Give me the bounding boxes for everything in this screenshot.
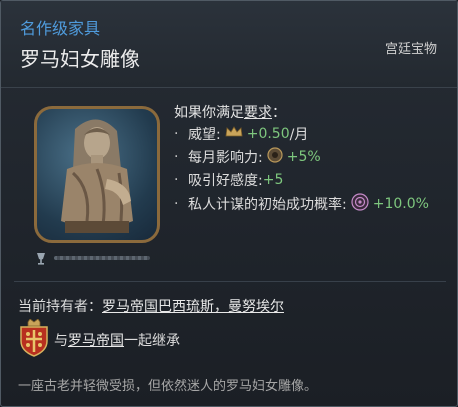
statue-image (34, 106, 160, 243)
artifact-tooltip-panel: 名作级家具 罗马妇女雕像 宫廷宝物 如果你满足要求： · 威望: +0.50 /… (0, 0, 458, 407)
tooltip-header: 名作级家具 罗马妇女雕像 宫廷宝物 (1, 1, 457, 88)
requirement-suffix: /月 (289, 127, 309, 143)
realm-coat-of-arms-icon[interactable] (18, 318, 50, 361)
scheme-icon (351, 193, 369, 215)
artifact-category: 名作级家具 (20, 19, 101, 38)
bullet: · (174, 149, 179, 165)
divider (14, 281, 446, 282)
requirement-influence: · 每月影响力: +5% (174, 147, 321, 167)
requirement-scheme: · 私人计谋的初始成功概率: +10.0% (174, 193, 429, 215)
bullet: · (174, 172, 179, 188)
holder-name-link[interactable]: 罗马帝国巴西琉斯，曼努埃尔 (102, 299, 284, 315)
artifact-description: 一座古老并轻微受损，但依然迷人的罗马妇女雕像。 (18, 379, 318, 394)
bullet: · (174, 126, 179, 142)
current-holder: 当前持有者：罗马帝国巴西琉斯，曼努埃尔 (18, 296, 284, 316)
influence-icon (267, 147, 283, 167)
realm-name-link[interactable]: 罗马帝国 (68, 330, 124, 350)
requirement-value: +10.0% (372, 196, 429, 212)
holder-label: 当前持有者： (18, 299, 102, 315)
requirement-label: 每月影响力: (188, 150, 263, 166)
crown-icon (225, 126, 243, 142)
artifact-title: 罗马妇女雕像 (20, 47, 140, 71)
durability-row (34, 251, 150, 265)
inherit-suffix: 一起继承 (124, 333, 180, 349)
requirements-link[interactable]: 要求 (244, 105, 272, 121)
requirement-value: +5% (286, 149, 321, 165)
artifact-rarity: 宫廷宝物 (384, 42, 437, 57)
bullet: · (174, 196, 179, 212)
requirement-value: +0.50 (246, 126, 290, 142)
requirements-suffix: ： (272, 105, 286, 121)
goblet-icon (34, 251, 48, 265)
requirement-label: 威望: (188, 127, 221, 143)
requirement-label: 吸引好感度: (188, 173, 263, 189)
requirement-value: +5 (262, 172, 284, 188)
inheritance-row: 与 罗马帝国 一起继承 (18, 318, 180, 361)
requirement-label: 私人计谋的初始成功概率: (188, 197, 347, 213)
requirement-prestige: · 威望: +0.50 /月 (174, 124, 308, 144)
requirements-heading: 如果你满足要求： (174, 102, 286, 122)
requirements-prefix: 如果你满足 (174, 105, 244, 121)
requirement-attraction: · 吸引好感度: +5 (174, 170, 283, 190)
inherit-prefix: 与 (54, 333, 68, 349)
durability-bar (54, 256, 150, 260)
